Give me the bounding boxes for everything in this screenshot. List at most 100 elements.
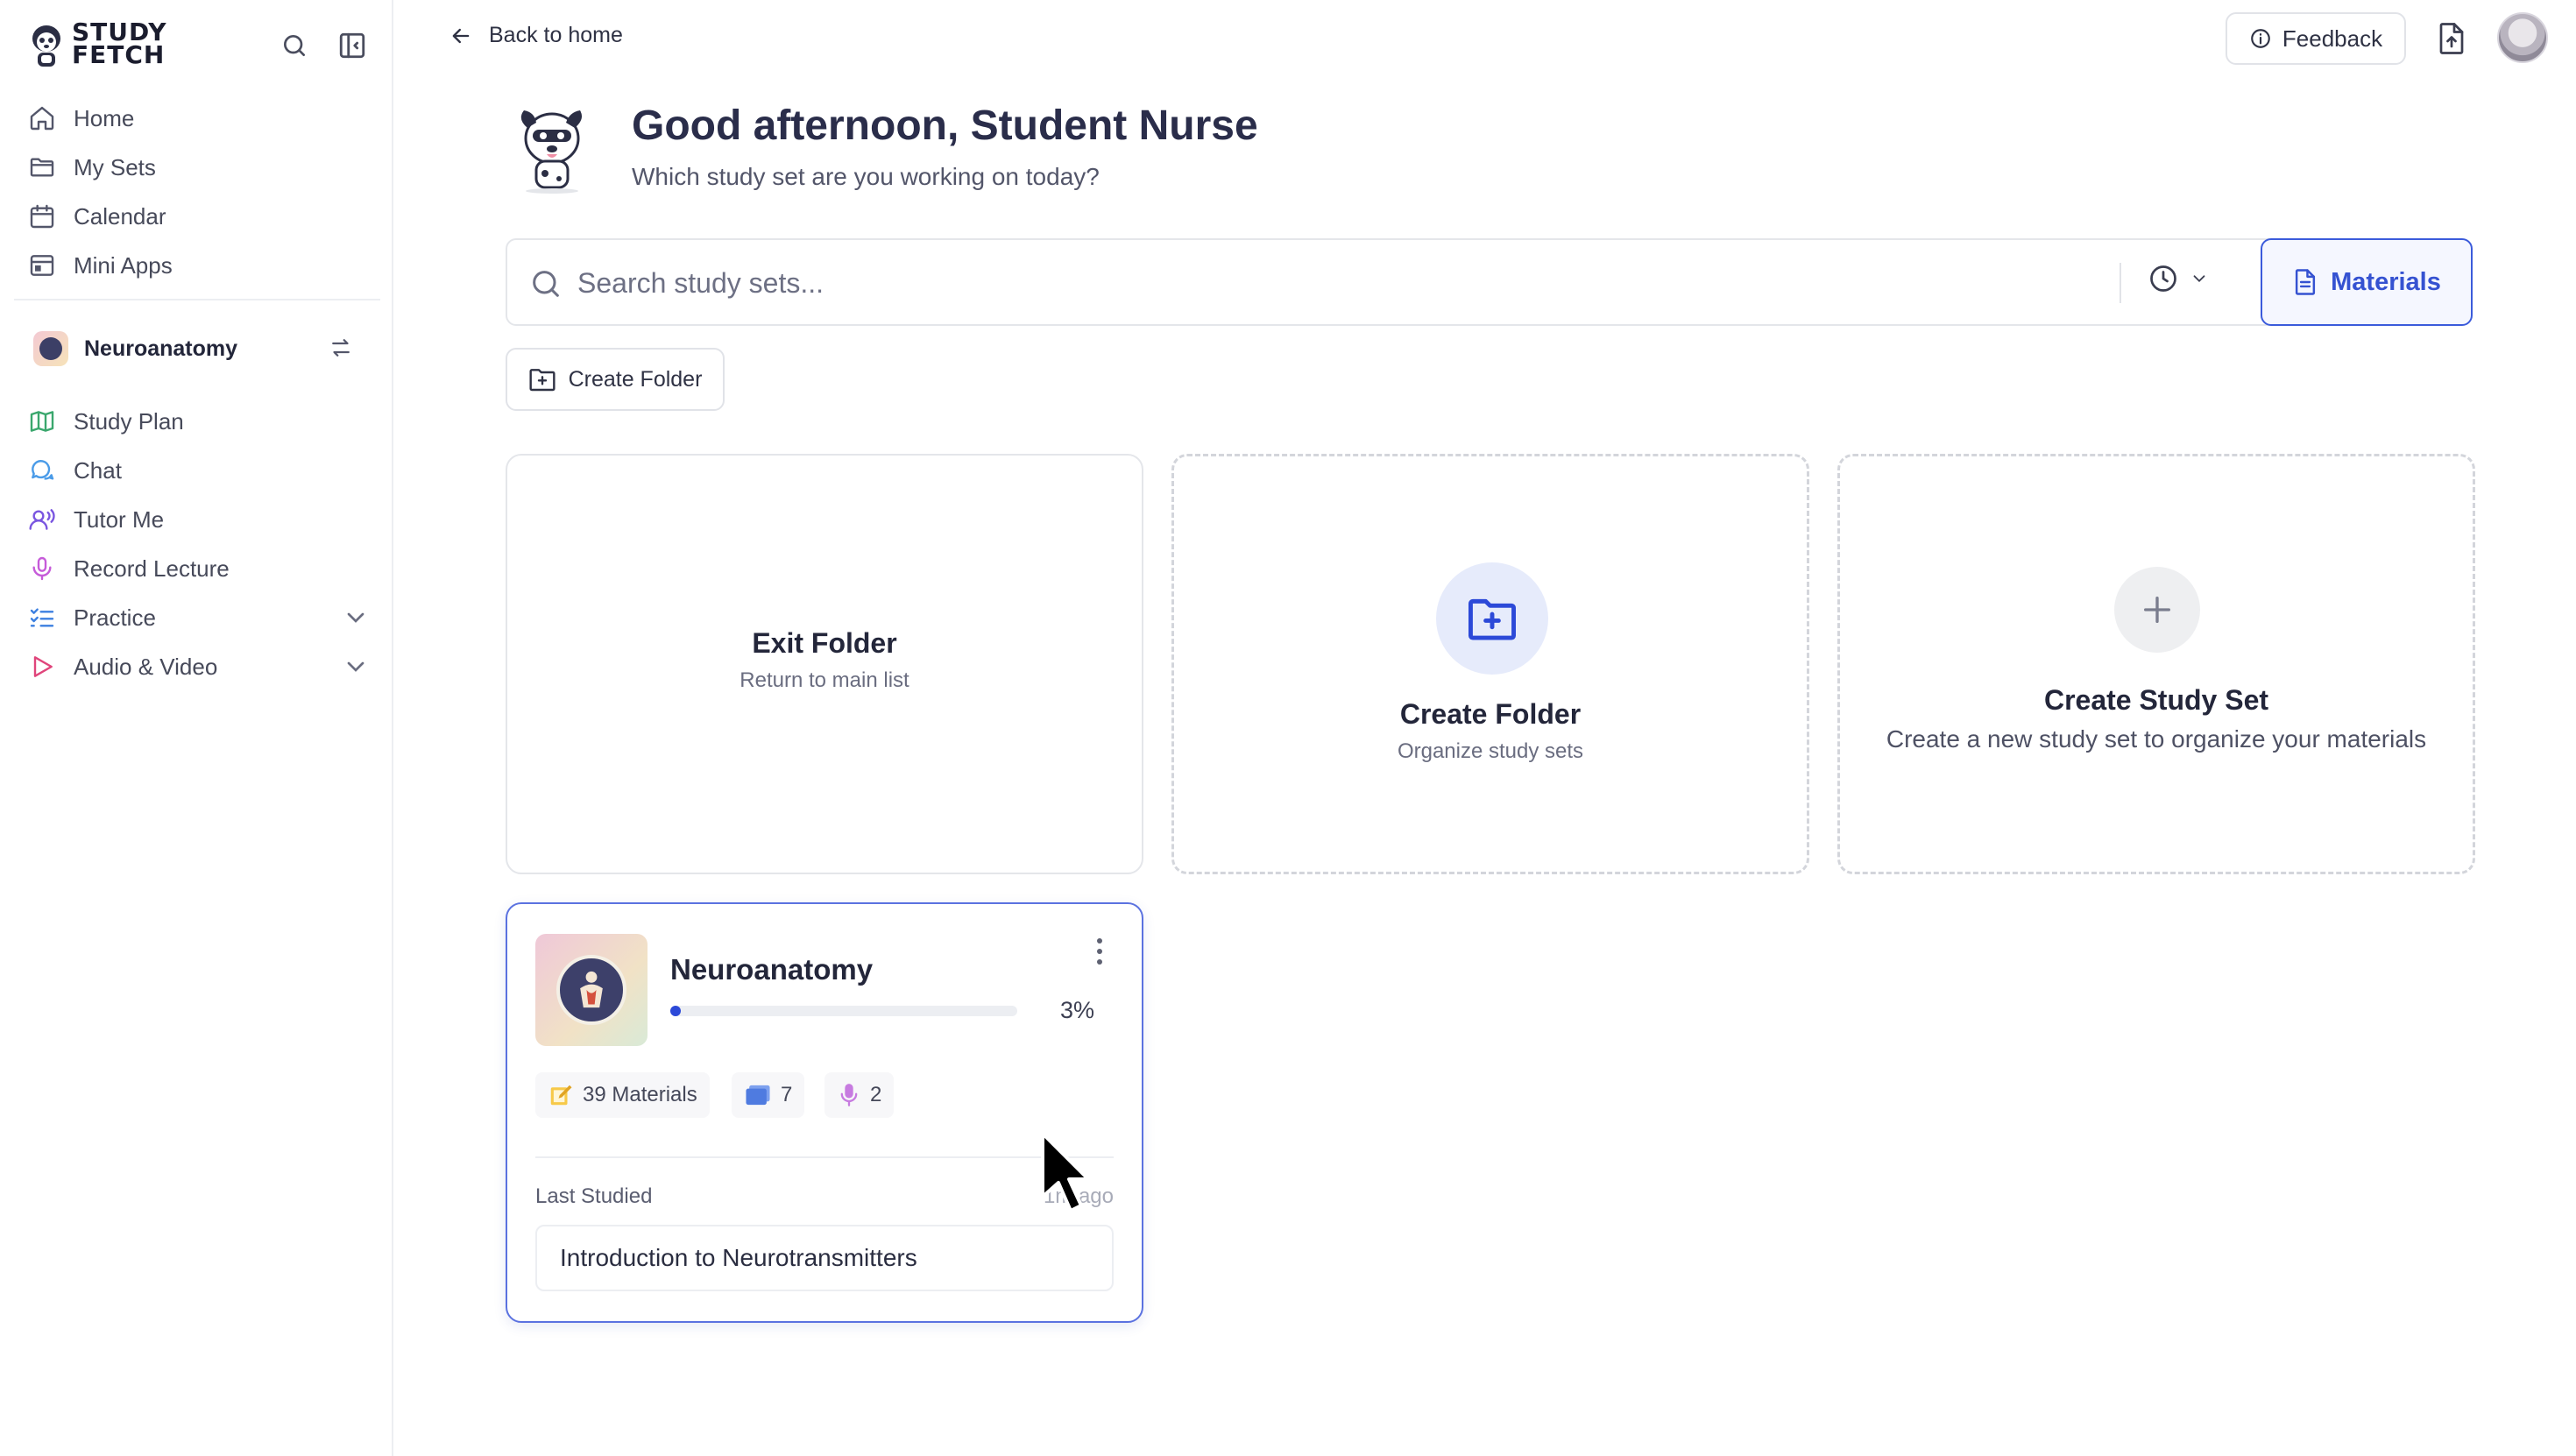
chevron-down-icon[interactable] (342, 653, 370, 681)
create-study-set-card[interactable]: Create Study Set Create a new study set … (1837, 454, 2475, 874)
card-subtitle: Organize study sets (1397, 739, 1584, 763)
study-set-thumbnail (535, 934, 648, 1046)
clock-icon (2150, 265, 2176, 292)
set-avatar (33, 331, 68, 366)
note-edit-icon (550, 1085, 572, 1106)
nav-item-label: My Sets (74, 153, 156, 180)
tools-nav: Study Plan Chat Tutor Me Record Lecture … (14, 397, 380, 691)
sidebar-divider (14, 299, 380, 300)
nav-item-label: Record Lecture (74, 555, 230, 582)
sidebar: STUDY FETCH Home My Sets Calendar Mini A… (0, 0, 393, 1456)
nav-item-tutor-me[interactable]: Tutor Me (14, 495, 380, 544)
info-icon (2251, 29, 2270, 48)
recordings-count: 2 (870, 1083, 882, 1106)
nav-item-label: Home (74, 104, 135, 131)
nav-item-practice[interactable]: Practice (14, 593, 380, 642)
more-options-icon[interactable] (1087, 932, 1112, 971)
card-subtitle: Create a new study set to organize your … (1886, 725, 2427, 753)
card-title: Create Folder (1399, 698, 1582, 730)
folder-plus-icon (1436, 562, 1548, 675)
folder-icon (30, 158, 54, 177)
nav-item-label: Practice (74, 604, 156, 631)
recent-sort-dropdown[interactable] (2148, 263, 2209, 294)
app-window-icon (30, 255, 54, 276)
search-input[interactable] (577, 258, 2155, 308)
chevron-down-icon (2193, 275, 2205, 283)
nav-item-label: Audio & Video (74, 653, 218, 680)
nav-item-label: Mini Apps (74, 251, 173, 279)
progress-bar (670, 1006, 1017, 1016)
play-icon (33, 656, 53, 677)
document-icon (2296, 269, 2316, 295)
card-subtitle: Return to main list (740, 668, 909, 692)
nav-item-calendar[interactable]: Calendar (14, 192, 380, 241)
materials-button[interactable]: Materials (2261, 238, 2473, 326)
flashcards-chip[interactable]: 7 (732, 1072, 805, 1118)
exit-folder-card[interactable]: Exit Folder Return to main list (506, 454, 1143, 874)
nav-item-my-sets[interactable]: My Sets (14, 143, 380, 192)
materials-chip[interactable]: 39 Materials (535, 1072, 710, 1118)
nav-item-mini-apps[interactable]: Mini Apps (14, 241, 380, 290)
materials-label: Materials (2331, 267, 2441, 296)
microphone-icon (840, 1084, 858, 1106)
collapse-sidebar-icon[interactable] (336, 30, 368, 61)
nav-item-study-plan[interactable]: Study Plan (14, 397, 380, 446)
recordings-chip[interactable]: 2 (824, 1072, 895, 1118)
microphone-icon (32, 556, 52, 581)
last-studied-time: 1m ago (1043, 1184, 1114, 1208)
anatomy-icon (580, 971, 603, 1008)
search-separator (2120, 263, 2121, 303)
current-set-switcher[interactable]: Neuroanatomy (14, 324, 380, 373)
nav-item-chat[interactable]: Chat (14, 446, 380, 495)
brand-logo[interactable]: STUDY FETCH (26, 19, 166, 68)
last-studied-label: Last Studied (535, 1184, 653, 1208)
nav-item-label: Tutor Me (74, 505, 165, 533)
flashcards-count: 7 (781, 1083, 793, 1106)
nav-item-audio-video[interactable]: Audio & Video (14, 642, 380, 691)
materials-count: 39 Materials (583, 1083, 697, 1106)
card-title: Exit Folder (752, 627, 897, 659)
nav-item-label: Chat (74, 456, 122, 484)
swap-icon[interactable] (328, 335, 354, 361)
greeting-title: Good afternoon, Student Nurse (632, 102, 1258, 149)
flashcards-icon (746, 1085, 770, 1106)
study-set-card[interactable]: Neuroanatomy 3% 39 Materials 7 2 Last St… (506, 902, 1143, 1323)
home-icon (30, 106, 54, 131)
back-link-label: Back to home (489, 23, 623, 47)
nav-item-home[interactable]: Home (14, 94, 380, 143)
search-icon[interactable] (279, 30, 310, 61)
plus-icon (2114, 567, 2200, 653)
file-upload-icon[interactable] (2432, 18, 2471, 60)
checklist-icon (30, 608, 54, 627)
user-avatar[interactable] (2497, 12, 2548, 63)
arrow-left-icon (452, 28, 470, 43)
brand-wordmark: STUDY FETCH (72, 18, 167, 69)
progress-fill (670, 1006, 681, 1016)
main-nav: Home My Sets Calendar Mini Apps (14, 94, 380, 290)
create-folder-button[interactable]: Create Folder (506, 348, 725, 411)
dog-mascot-icon (520, 110, 582, 194)
back-to-home-link[interactable]: Back to home (449, 23, 623, 48)
feedback-label: Feedback (2282, 25, 2383, 52)
search-bar (506, 238, 2372, 326)
nav-item-label: Study Plan (74, 407, 184, 435)
chat-icon (32, 460, 54, 480)
create-folder-card[interactable]: Create Folder Organize study sets (1171, 454, 1809, 874)
map-icon (30, 411, 54, 432)
nav-item-label: Calendar (74, 202, 166, 230)
folder-plus-icon (529, 369, 556, 392)
greeting-subtitle: Which study set are you working on today… (632, 163, 1100, 190)
calendar-icon (30, 204, 54, 229)
card-title: Create Study Set (2043, 684, 2269, 716)
create-folder-button-label: Create Folder (568, 366, 703, 392)
search-icon (533, 271, 559, 297)
last-studied-topic[interactable]: Introduction to Neurotransmitters (535, 1225, 1114, 1291)
tutor-icon (29, 509, 55, 530)
nav-item-record-lecture[interactable]: Record Lecture (14, 544, 380, 593)
chevron-down-icon[interactable] (342, 604, 370, 632)
dog-logo-icon (32, 25, 60, 67)
card-divider (535, 1156, 1114, 1158)
study-set-title: Neuroanatomy (670, 953, 874, 986)
feedback-button[interactable]: Feedback (2226, 12, 2406, 65)
current-set-name: Neuroanatomy (84, 336, 238, 361)
